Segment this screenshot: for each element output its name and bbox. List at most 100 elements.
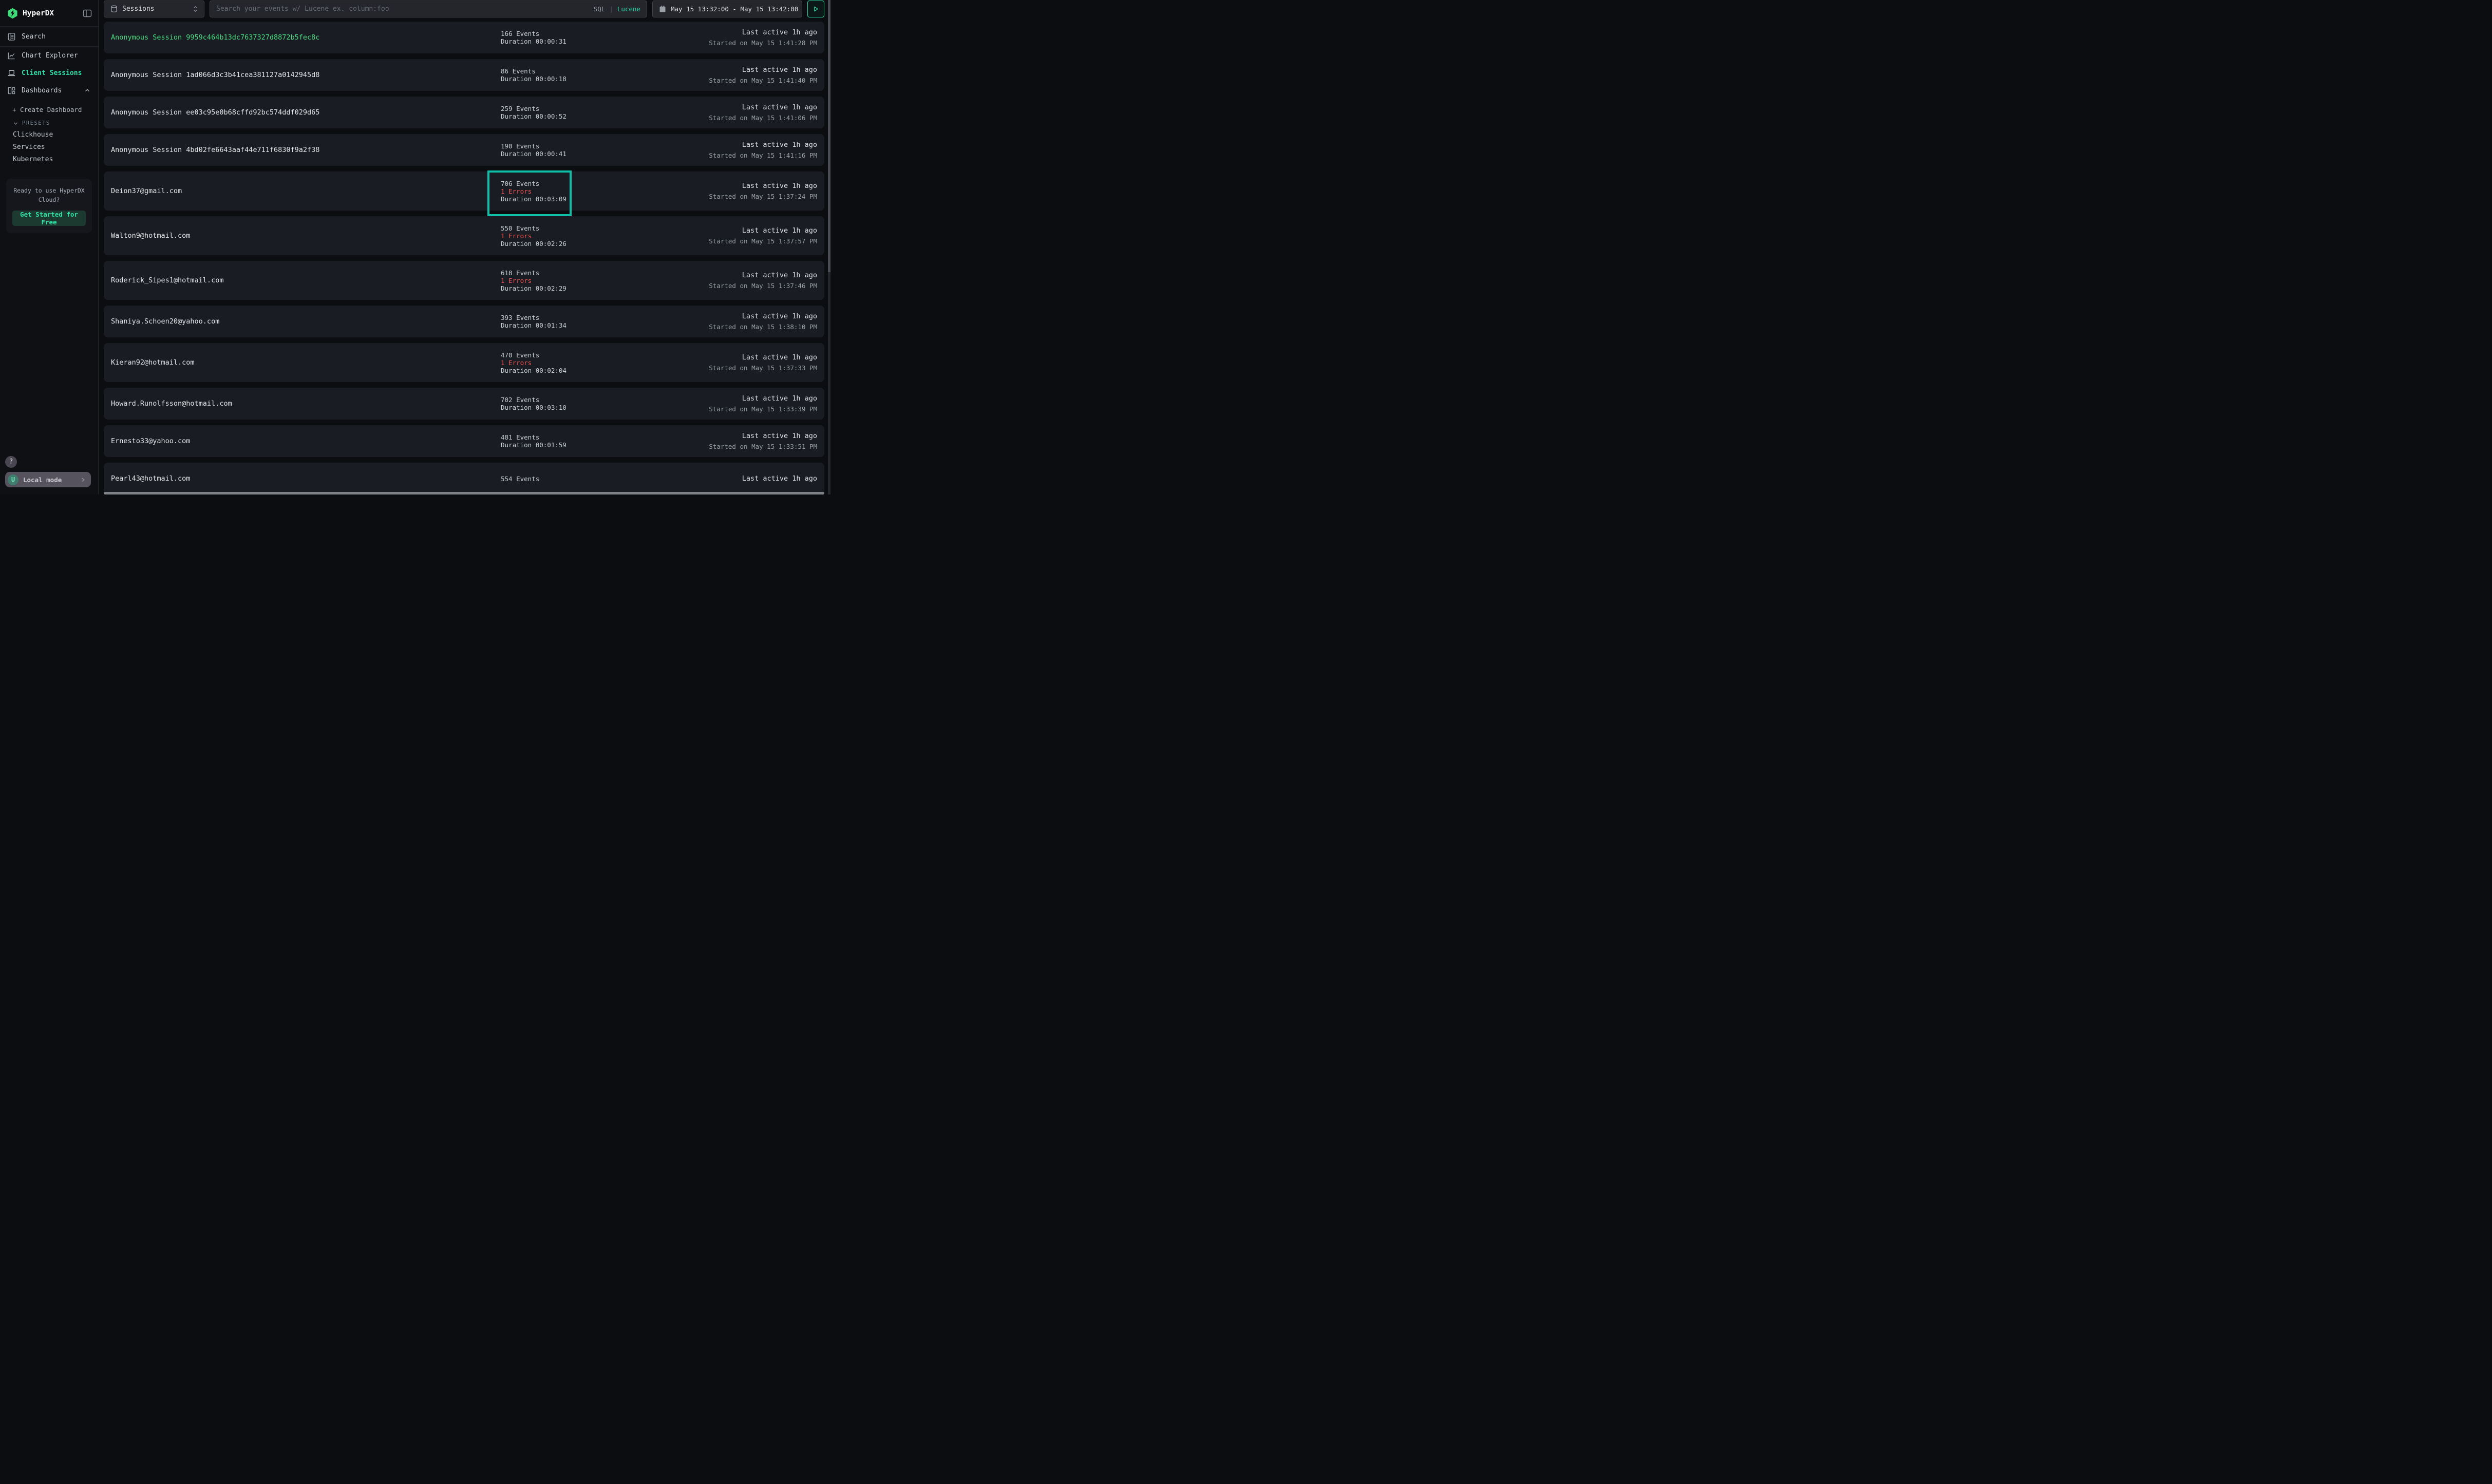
local-mode-label: Local mode: [23, 476, 75, 484]
preset-kubernetes[interactable]: Kubernetes: [0, 153, 98, 165]
session-row[interactable]: Roderick_Sipes1@hotmail.com 618 Events 1…: [104, 261, 824, 300]
session-row[interactable]: Anonymous Session 4bd02fe6643aaf44e711f6…: [104, 134, 824, 166]
session-row[interactable]: Deion37@gmail.com 706 Events 1 Errors Du…: [104, 172, 824, 211]
chevron-up-icon[interactable]: [84, 87, 91, 94]
session-title: Anonymous Session ee03c95e0b68cffd92bc57…: [111, 108, 501, 117]
session-duration: Duration 00:02:29: [501, 284, 696, 292]
session-errors: 1 Errors: [501, 187, 696, 195]
session-duration: Duration 00:01:59: [501, 441, 696, 449]
session-last-active: Last active 1h ago: [696, 182, 817, 191]
session-meta: Last active 1h ago Started on May 15 1:3…: [696, 271, 824, 290]
session-started: Started on May 15 1:37:33 PM: [696, 364, 817, 372]
session-row[interactable]: Pearl43@hotmail.com 554 Events Last acti…: [104, 463, 824, 494]
user-avatar: U: [8, 474, 18, 485]
session-stats: 706 Events 1 Errors Duration 00:03:09: [501, 180, 696, 203]
session-row[interactable]: Anonymous Session 1ad066d3c3b41cea381127…: [104, 59, 824, 91]
session-row[interactable]: Howard.Runolfsson@hotmail.com 702 Events…: [104, 388, 824, 420]
session-last-active: Last active 1h ago: [696, 474, 817, 483]
session-title: Anonymous Session 9959c464b13dc7637327d8…: [111, 33, 501, 42]
main-content: Sessions SQL | Lucene: [99, 0, 830, 494]
create-dashboard-button[interactable]: + Create Dashboard: [0, 101, 98, 116]
session-errors: 1 Errors: [501, 359, 696, 367]
run-query-button[interactable]: [807, 1, 824, 17]
session-title: Howard.Runolfsson@hotmail.com: [111, 399, 501, 408]
local-mode-button[interactable]: U Local mode: [5, 472, 91, 487]
session-stats: 259 Events Duration 00:00:52: [501, 105, 696, 120]
horizontal-scrollbar[interactable]: [104, 492, 824, 494]
session-stats: 86 Events Duration 00:00:18: [501, 67, 696, 83]
sidebar: HyperDX Search: [0, 0, 99, 494]
session-last-active: Last active 1h ago: [696, 226, 817, 235]
session-row[interactable]: Shaniya.Schoen20@yahoo.com 393 Events Du…: [104, 306, 824, 337]
session-row[interactable]: Anonymous Session 9959c464b13dc7637327d8…: [104, 22, 824, 53]
session-meta: Last active 1h ago Started on May 15 1:3…: [696, 226, 824, 245]
session-row[interactable]: Kieran92@hotmail.com 470 Events 1 Errors…: [104, 343, 824, 382]
help-button[interactable]: ?: [5, 456, 17, 468]
session-duration: Duration 00:02:04: [501, 367, 696, 374]
session-last-active: Last active 1h ago: [696, 312, 817, 321]
brand-name: HyperDX: [23, 9, 83, 17]
search-input[interactable]: [216, 5, 590, 13]
play-icon: [813, 6, 819, 12]
session-last-active: Last active 1h ago: [696, 141, 817, 149]
presets-toggle[interactable]: PRESETS: [0, 116, 98, 128]
sidebar-item-dashboards[interactable]: Dashboards: [0, 82, 98, 99]
lucene-toggle[interactable]: Lucene: [617, 5, 640, 13]
sidebar-item-chart-explorer[interactable]: Chart Explorer: [0, 47, 98, 64]
session-row[interactable]: Ernesto33@yahoo.com 481 Events Duration …: [104, 425, 824, 457]
session-events: 618 Events: [501, 269, 696, 277]
session-started: Started on May 15 1:41:40 PM: [696, 76, 817, 85]
session-events: 470 Events: [501, 351, 696, 359]
session-last-active: Last active 1h ago: [696, 271, 817, 280]
vertical-scrollbar[interactable]: [828, 0, 830, 494]
laptop-icon: [7, 69, 16, 78]
presets-label: PRESETS: [22, 120, 50, 126]
session-started: Started on May 15 1:41:06 PM: [696, 113, 817, 122]
session-started: Started on May 15 1:33:51 PM: [696, 442, 817, 451]
session-events: 166 Events: [501, 30, 696, 37]
sidebar-item-label: Chart Explorer: [22, 52, 78, 60]
session-duration: Duration 00:00:31: [501, 37, 696, 45]
session-started: Started on May 15 1:37:57 PM: [696, 237, 817, 245]
session-stats: 618 Events 1 Errors Duration 00:02:29: [501, 269, 696, 292]
session-last-active: Last active 1h ago: [696, 66, 817, 74]
session-meta: Last active 1h ago Started on May 15 1:4…: [696, 141, 824, 160]
session-meta: Last active 1h ago Started on May 15 1:4…: [696, 28, 824, 47]
collapse-sidebar-icon[interactable]: [83, 9, 92, 17]
session-meta: Last active 1h ago: [696, 474, 824, 483]
session-row[interactable]: Walton9@hotmail.com 550 Events 1 Errors …: [104, 216, 824, 255]
session-stats: 550 Events 1 Errors Duration 00:02:26: [501, 224, 696, 248]
session-events: 393 Events: [501, 314, 696, 321]
session-title: Roderick_Sipes1@hotmail.com: [111, 276, 501, 284]
sidebar-item-client-sessions[interactable]: Client Sessions: [0, 64, 98, 82]
preset-services[interactable]: Services: [0, 141, 98, 153]
session-errors: 1 Errors: [501, 277, 696, 284]
date-range-picker[interactable]: May 15 13:32:00 - May 15 13:42:00: [652, 1, 802, 17]
chart-icon: [7, 51, 16, 60]
session-stats: 702 Events Duration 00:03:10: [501, 396, 696, 411]
session-row[interactable]: Anonymous Session ee03c95e0b68cffd92bc57…: [104, 97, 824, 128]
get-started-button[interactable]: Get Started for Free: [12, 211, 86, 226]
source-select[interactable]: Sessions: [104, 1, 204, 17]
sidebar-nav: Search Chart Explorer Cl: [0, 27, 98, 165]
sql-toggle[interactable]: SQL: [594, 5, 606, 13]
session-events: 190 Events: [501, 142, 696, 150]
session-title: Shaniya.Schoen20@yahoo.com: [111, 317, 501, 326]
session-meta: Last active 1h ago Started on May 15 1:4…: [696, 103, 824, 122]
session-started: Started on May 15 1:41:28 PM: [696, 39, 817, 47]
session-title: Pearl43@hotmail.com: [111, 474, 501, 483]
preset-clickhouse[interactable]: Clickhouse: [0, 128, 98, 141]
sidebar-item-label: Client Sessions: [22, 69, 82, 77]
date-range-value: May 15 13:32:00 - May 15 13:42:00: [671, 5, 798, 13]
scrollbar-thumb[interactable]: [828, 0, 830, 272]
sidebar-item-label: Search: [22, 33, 46, 41]
session-events: 481 Events: [501, 433, 696, 441]
session-meta: Last active 1h ago Started on May 15 1:3…: [696, 353, 824, 372]
database-icon: [110, 5, 118, 13]
session-meta: Last active 1h ago Started on May 15 1:3…: [696, 394, 824, 413]
session-duration: Duration 00:00:52: [501, 112, 696, 120]
sidebar-item-search[interactable]: Search: [0, 27, 98, 47]
dashboards-subsection: + Create Dashboard PRESETS Clickhouse Se…: [0, 99, 98, 165]
session-stats: 190 Events Duration 00:00:41: [501, 142, 696, 158]
session-title: Deion37@gmail.com: [111, 187, 501, 195]
